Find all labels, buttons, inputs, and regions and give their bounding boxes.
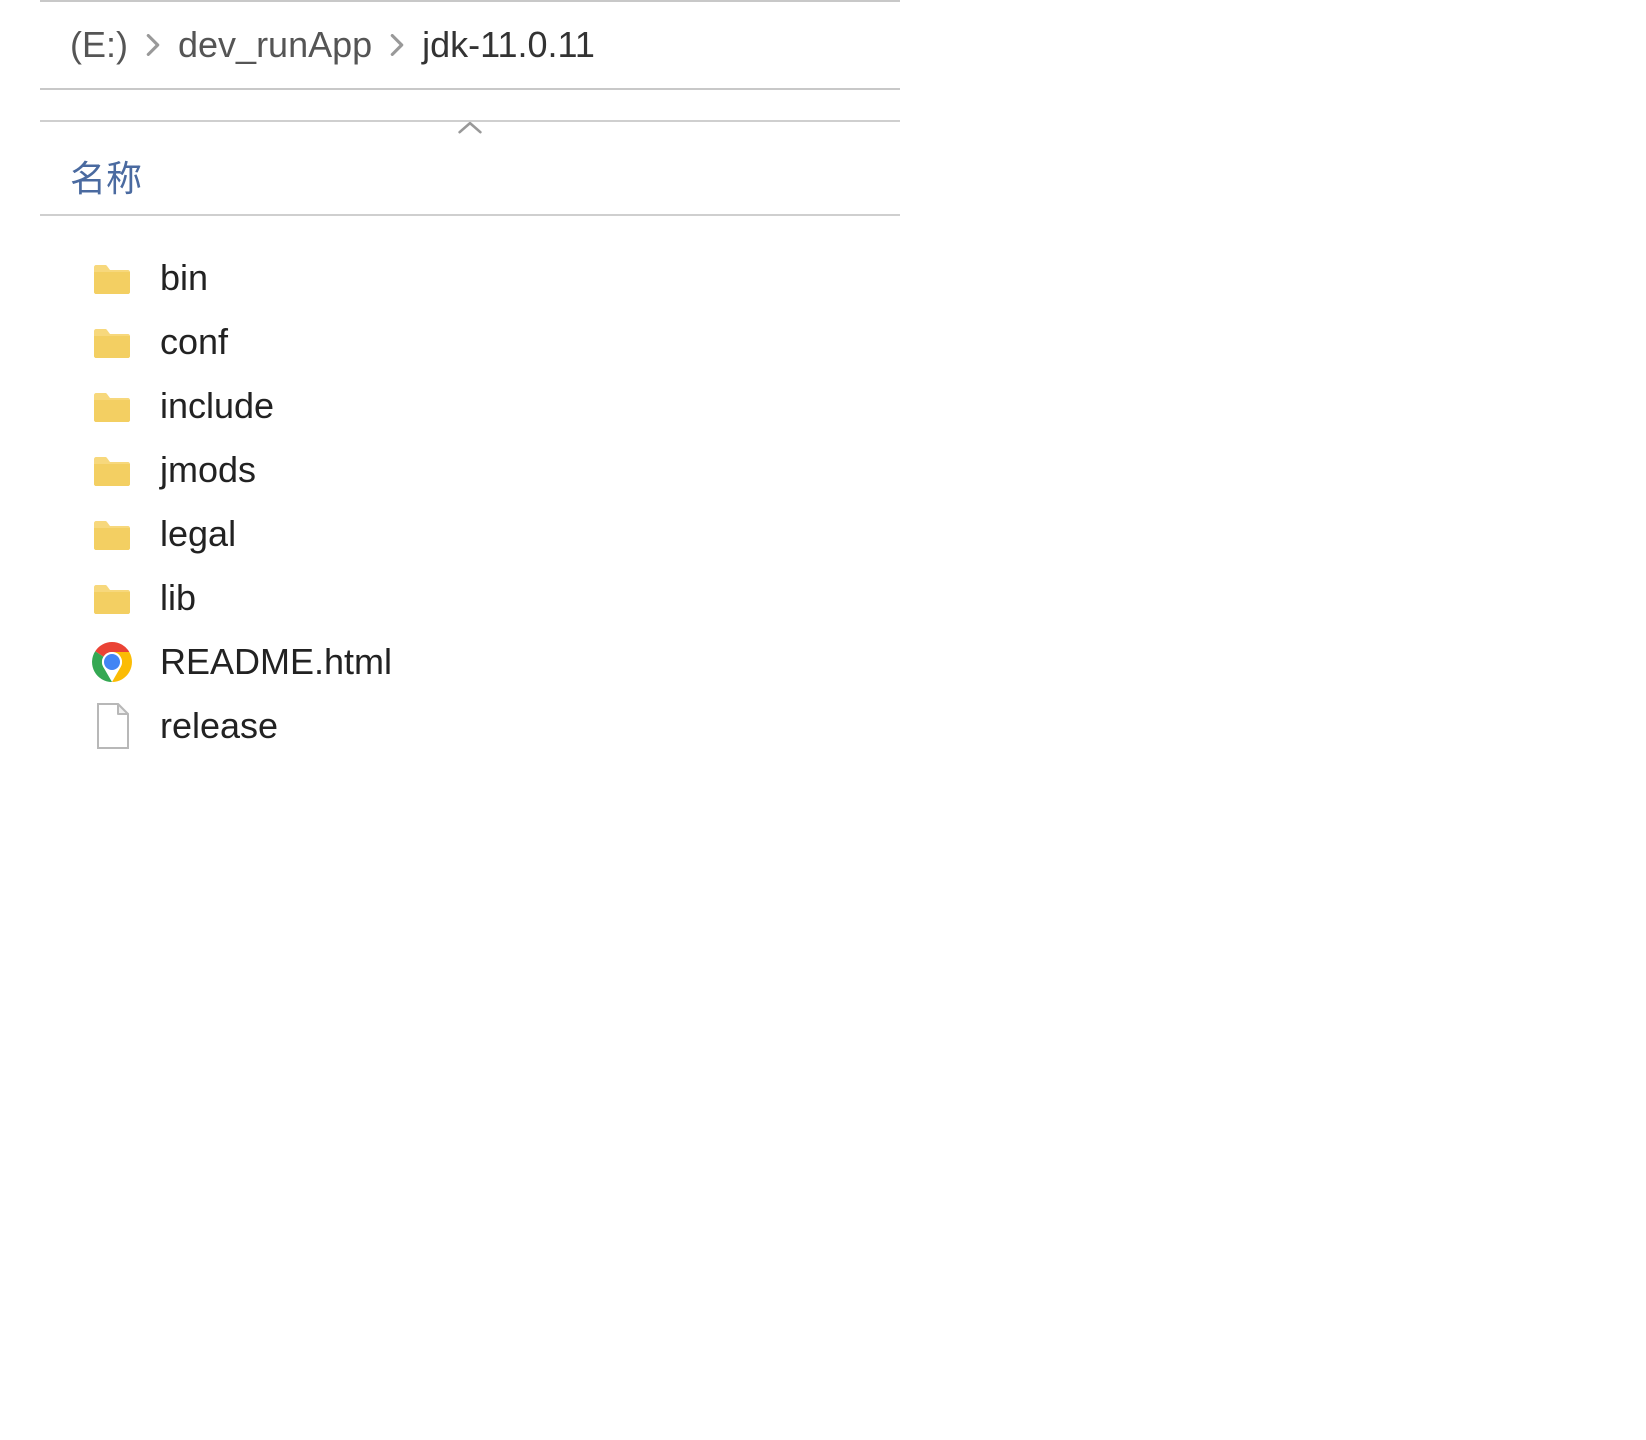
file-name-label: legal [160, 513, 236, 555]
breadcrumb-item-drive[interactable]: (E:) [70, 24, 128, 66]
chevron-right-icon [390, 34, 404, 56]
list-item[interactable]: legal [90, 502, 870, 566]
folder-icon [90, 256, 134, 300]
list-item[interactable]: bin [90, 246, 870, 310]
chrome-html-icon [90, 640, 134, 684]
file-name-label: conf [160, 321, 228, 363]
list-item[interactable]: lib [90, 566, 870, 630]
list-item[interactable]: release [90, 694, 870, 758]
folder-icon [90, 576, 134, 620]
folder-icon [90, 320, 134, 364]
folder-icon [90, 448, 134, 492]
file-name-label: README.html [160, 641, 392, 683]
file-name-label: lib [160, 577, 196, 619]
sort-ascending-icon [457, 120, 483, 134]
folder-icon [90, 384, 134, 428]
list-item[interactable]: README.html [90, 630, 870, 694]
file-name-label: bin [160, 257, 208, 299]
breadcrumb[interactable]: (E:) dev_runApp jdk-11.0.11 [40, 0, 900, 90]
file-name-label: jmods [160, 449, 256, 491]
file-list: bin conf include jmods legal [0, 216, 900, 788]
blank-file-icon [90, 704, 134, 748]
column-name-header[interactable]: 名称 [70, 122, 142, 202]
breadcrumb-item-folder-1[interactable]: dev_runApp [178, 24, 372, 66]
list-item[interactable]: include [90, 374, 870, 438]
column-header-row[interactable]: 名称 [40, 120, 900, 216]
list-item[interactable]: conf [90, 310, 870, 374]
chevron-right-icon [146, 34, 160, 56]
breadcrumb-item-folder-2[interactable]: jdk-11.0.11 [422, 24, 595, 66]
file-name-label: release [160, 705, 278, 747]
list-item[interactable]: jmods [90, 438, 870, 502]
folder-icon [90, 512, 134, 556]
file-name-label: include [160, 385, 274, 427]
